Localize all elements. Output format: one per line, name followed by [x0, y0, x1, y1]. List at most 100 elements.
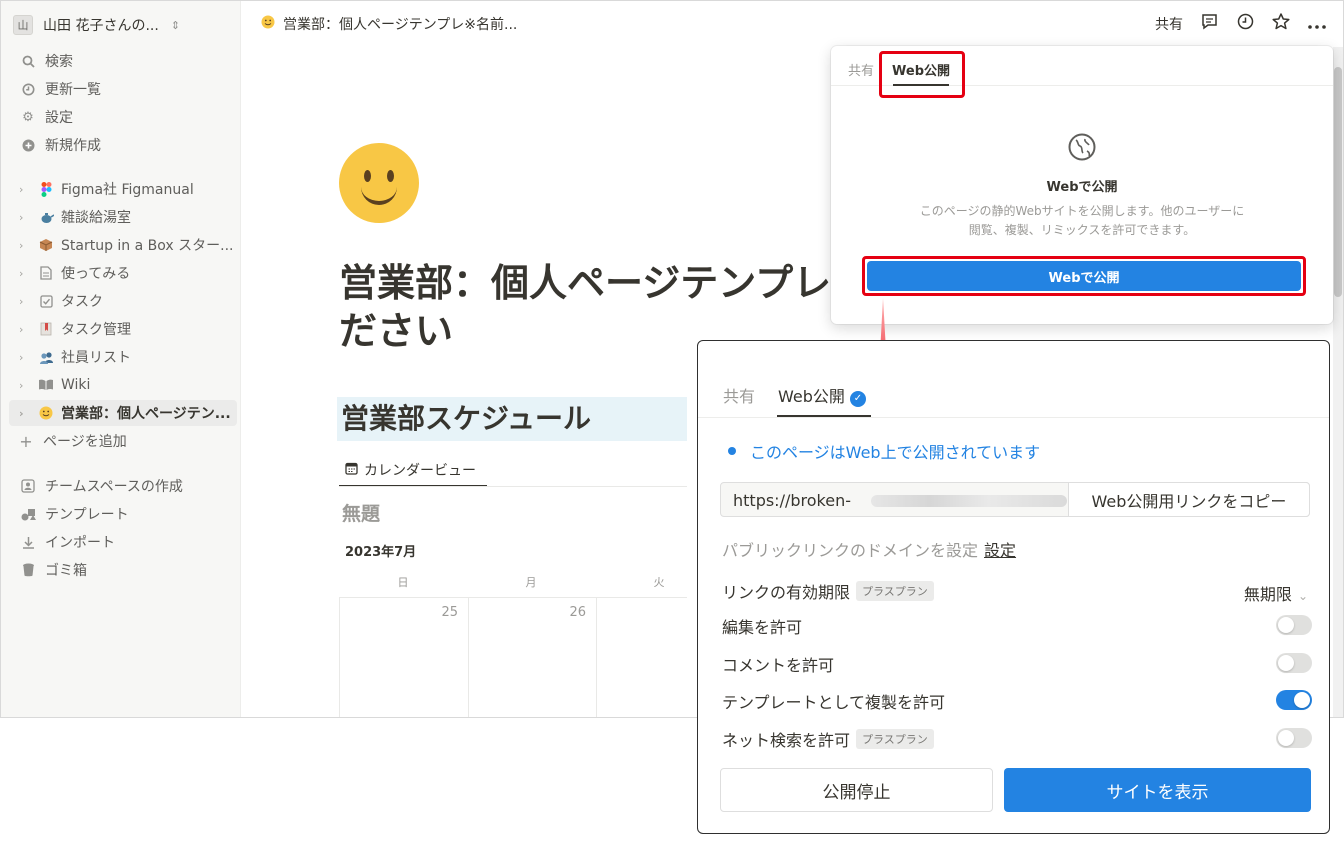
- search-icon: [19, 55, 37, 68]
- chevron-right-icon[interactable]: ›: [19, 323, 33, 336]
- sidebar-item-label: タスク: [61, 294, 103, 310]
- weekday-label: 日: [397, 576, 409, 589]
- sidebar-item-teamspace[interactable]: チームスペースの作成: [9, 473, 237, 499]
- chevron-right-icon[interactable]: ›: [19, 267, 33, 280]
- teamspace-icon: [19, 479, 37, 493]
- tab-calendar-view[interactable]: カレンダービュー: [339, 455, 487, 487]
- sidebar-page-sales-template[interactable]: › 営業部：個人ページテン...: [9, 400, 237, 426]
- smiley-icon: [261, 15, 275, 33]
- chevron-right-icon[interactable]: ›: [19, 295, 33, 308]
- figma-icon: [37, 180, 55, 198]
- template-icon: [19, 508, 37, 521]
- option-label: コメントを許可: [722, 656, 835, 675]
- public-url-field[interactable]: https://broken- Web公開用リンクをコピー: [720, 482, 1310, 517]
- chevron-right-icon[interactable]: ›: [19, 239, 33, 252]
- allow-duplicate-toggle[interactable]: [1276, 690, 1312, 710]
- chevron-right-icon[interactable]: ›: [19, 351, 33, 364]
- expiry-dropdown[interactable]: 無期限 ⌄: [1244, 581, 1308, 605]
- allow-search-toggle[interactable]: [1276, 728, 1312, 748]
- chevron-right-icon[interactable]: ›: [19, 379, 33, 392]
- expiry-value: 無期限: [1243, 585, 1292, 604]
- calendar-day-cell[interactable]: 25: [340, 598, 469, 717]
- sidebar-item-new[interactable]: 新規作成: [9, 132, 237, 158]
- view-site-button[interactable]: サイトを表示: [1004, 768, 1311, 812]
- sidebar-item-label: 新規作成: [45, 138, 101, 154]
- option-allow-comment: コメントを許可: [722, 652, 1312, 676]
- calendar-grid: 25 26: [339, 597, 725, 717]
- sidebar-item-updates[interactable]: 更新一覧: [9, 76, 237, 102]
- breadcrumb-title: 営業部：個人ページテンプレ※名前...: [283, 17, 518, 33]
- sidebar-item-templates[interactable]: テンプレート: [9, 501, 237, 527]
- sidebar-page-try[interactable]: › 使ってみる: [9, 260, 237, 286]
- section-heading[interactable]: 営業部スケジュール: [337, 397, 687, 441]
- database-title[interactable]: 無題: [342, 499, 380, 526]
- sidebar: 山 山田 花子さんの... ⇕ 検索 更新一覧 ⚙ 設定 新規作成 › Figm…: [1, 1, 241, 717]
- tab-share[interactable]: 共有: [848, 60, 874, 79]
- sidebar-item-label: 検索: [45, 54, 73, 70]
- sidebar-item-label: チームスペースの作成: [45, 479, 183, 495]
- sidebar-item-label: Wiki: [61, 377, 91, 393]
- allow-comment-toggle[interactable]: [1276, 653, 1312, 673]
- sidebar-page-wiki[interactable]: › Wiki: [9, 372, 237, 398]
- smiley-icon: [37, 404, 55, 422]
- sidebar-item-search[interactable]: 検索: [9, 48, 237, 74]
- sidebar-add-page[interactable]: + ページを追加: [9, 428, 237, 454]
- sidebar-item-label: 設定: [45, 110, 73, 126]
- history-icon[interactable]: [1235, 13, 1255, 35]
- toggle-knob: [1278, 617, 1294, 633]
- publish-heading: Webで公開: [1046, 180, 1118, 195]
- option-allow-duplicate: テンプレートとして複製を許可: [722, 689, 1312, 713]
- more-icon[interactable]: [1307, 14, 1327, 34]
- chevron-right-icon[interactable]: ›: [19, 183, 33, 196]
- workspace-switcher[interactable]: 山 山田 花子さんの... ⇕: [13, 13, 180, 37]
- sidebar-item-label: Figma社 Figmanual: [61, 182, 194, 198]
- bookmark-icon: [37, 320, 55, 338]
- published-status: このページはWeb上で公開されています: [728, 439, 1040, 463]
- calendar-day-cell[interactable]: 26: [468, 598, 597, 717]
- sidebar-item-trash[interactable]: ゴミ箱: [9, 557, 237, 583]
- toggle-knob: [1294, 692, 1310, 708]
- status-text: このページはWeb上で公開されています: [750, 443, 1041, 462]
- option-allow-search: ネット検索を許可 プラスプラン: [722, 727, 1312, 751]
- plan-badge: プラスプラン: [856, 581, 934, 601]
- gear-icon: ⚙: [22, 109, 34, 125]
- tab-share[interactable]: 共有: [723, 383, 755, 407]
- scrollbar-thumb[interactable]: [1334, 67, 1342, 297]
- comment-icon[interactable]: [1199, 13, 1219, 35]
- page-scrollbar[interactable]: [1333, 47, 1343, 717]
- workspace-name: 山田 花子さんの...: [43, 18, 159, 34]
- url-text[interactable]: https://broken-: [733, 491, 851, 510]
- sidebar-item-label: 営業部：個人ページテン...: [61, 406, 231, 422]
- sidebar-page-startup[interactable]: › Startup in a Box スター...: [9, 232, 237, 258]
- sidebar-item-import[interactable]: インポート: [9, 529, 237, 555]
- check-circle-icon: ✓: [849, 390, 866, 407]
- day-number: 26: [569, 605, 586, 620]
- share-button[interactable]: 共有: [1155, 14, 1183, 34]
- option-label: 編集を許可: [722, 618, 803, 637]
- sidebar-page-task[interactable]: › タスク: [9, 288, 237, 314]
- sidebar-item-settings[interactable]: ⚙ 設定: [9, 104, 237, 130]
- top-actions: 共有: [1155, 13, 1327, 35]
- tab-publish[interactable]: Web公開 ✓: [778, 383, 866, 407]
- calendar-icon: [345, 462, 358, 479]
- emoji-mouth: [361, 187, 397, 205]
- description-line: 閲覧、複製、リミックスを許可できます。: [968, 223, 1196, 237]
- sidebar-page-employees[interactable]: › 社員リスト: [9, 344, 237, 370]
- chevron-right-icon[interactable]: ›: [19, 407, 33, 420]
- domain-setting-row: パブリックリンクのドメインを設定 設定: [722, 537, 1016, 561]
- sidebar-page-chat[interactable]: › 雑談給湯室: [9, 204, 237, 230]
- chevron-right-icon[interactable]: ›: [19, 211, 33, 224]
- sidebar-page-task-mgmt[interactable]: › タスク管理: [9, 316, 237, 342]
- page-emoji-icon[interactable]: [339, 143, 419, 223]
- copy-link-button[interactable]: Web公開用リンクをコピー: [1068, 482, 1310, 517]
- sidebar-page-figma[interactable]: › Figma社 Figmanual: [9, 176, 237, 202]
- unpublish-button[interactable]: 公開停止: [720, 768, 993, 812]
- allow-edit-toggle[interactable]: [1276, 615, 1312, 635]
- checkbox-icon: [37, 292, 55, 310]
- highlight-button-frame: [862, 256, 1306, 296]
- domain-settings-link[interactable]: 設定: [984, 541, 1016, 560]
- star-icon[interactable]: [1271, 13, 1291, 35]
- option-link-expiry: リンクの有効期限 プラスプラン 無期限 ⌄: [722, 579, 1312, 605]
- teapot-icon: [37, 208, 55, 226]
- breadcrumb[interactable]: 営業部：個人ページテンプレ※名前...: [261, 14, 517, 34]
